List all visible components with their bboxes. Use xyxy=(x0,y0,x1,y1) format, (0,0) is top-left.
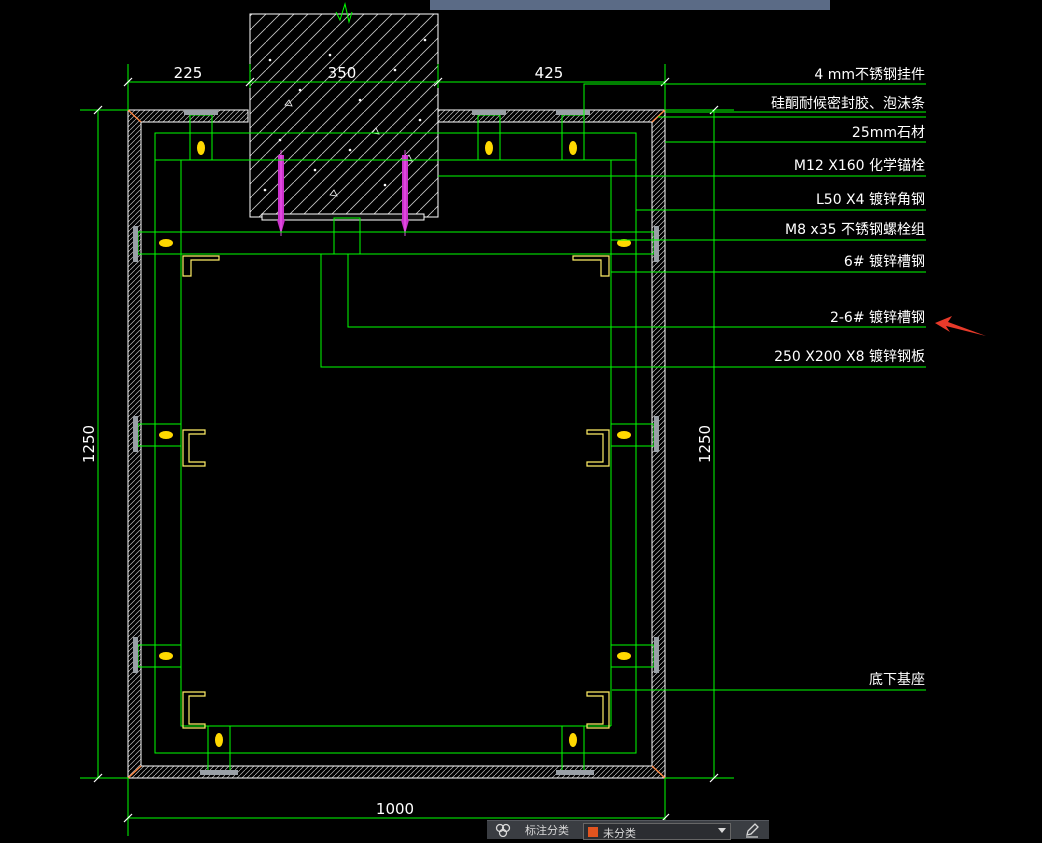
category-color-swatch xyxy=(588,827,598,837)
edit-icon[interactable] xyxy=(743,822,761,838)
callout-angle-steel: L50 X4 镀锌角钢 xyxy=(816,191,925,208)
steel-frame xyxy=(154,132,637,754)
callout-stainless-hanger: 4 mm不锈钢挂件 xyxy=(814,67,925,83)
chevron-down-icon xyxy=(718,828,726,833)
callout-stone: 25mm石材 xyxy=(852,125,925,141)
dim-bottom-width: 1000 xyxy=(376,800,414,818)
dim-top-left: 225 xyxy=(174,64,203,82)
callout-double-channel: 2-6# 镀锌槽钢 xyxy=(830,309,925,326)
callout-base: 底下基座 xyxy=(869,671,925,688)
annotation-category-label: 标注分类 xyxy=(525,824,569,837)
callout-labels: 4 mm不锈钢挂件 硅酮耐候密封胶、泡沫条 25mm石材 M12 X160 化学… xyxy=(771,67,925,688)
annotation-category-select[interactable]: 未分类 xyxy=(583,823,731,840)
dim-top-middle: 350 xyxy=(328,64,357,82)
cad-drawing-canvas[interactable]: 225 350 425 1250 1250 1000 4 mm不锈钢挂件 硅酮耐… xyxy=(0,0,1042,839)
callout-chemical-anchor: M12 X160 化学锚栓 xyxy=(794,158,925,174)
red-arrow-pointer-icon xyxy=(935,316,986,336)
dim-left-height: 1250 xyxy=(80,425,98,463)
cluster-icon[interactable] xyxy=(495,823,511,838)
callout-steel-plate: 250 X200 X8 镀锌钢板 xyxy=(774,348,925,365)
callout-sealant: 硅酮耐候密封胶、泡沫条 xyxy=(771,95,925,112)
callout-bolt-set: M8 x35 不锈钢螺栓组 xyxy=(785,222,925,238)
dim-top-right: 425 xyxy=(535,64,564,82)
annotation-toolbar: 标注分类 未分类 xyxy=(487,820,769,840)
callout-channel-steel: 6# 镀锌槽钢 xyxy=(844,253,925,270)
dim-right-height: 1250 xyxy=(696,425,714,463)
